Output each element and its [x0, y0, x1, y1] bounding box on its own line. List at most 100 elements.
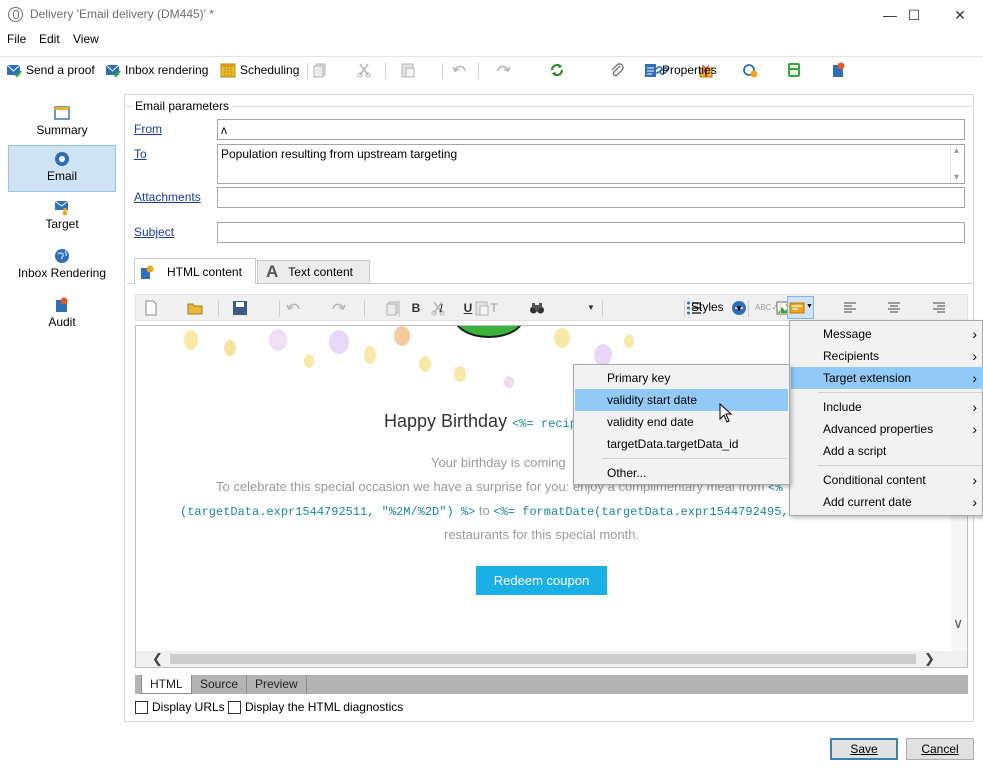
styles-dropdown[interactable]: Styles ▼: [691, 300, 743, 314]
menu-item-recipients[interactable]: Recipients: [791, 345, 983, 367]
text-content-icon: A: [266, 262, 279, 281]
personalization-button[interactable]: ▼: [787, 296, 814, 319]
nav-audit[interactable]: Audit: [8, 292, 116, 339]
sync-icon[interactable]: [742, 62, 758, 78]
styles-label: Styles: [691, 300, 724, 314]
properties-button[interactable]: Properties: [642, 60, 717, 80]
align-left-icon[interactable]: [842, 300, 858, 316]
close-window-button[interactable]: ✕: [937, 0, 983, 30]
submenu-item-target-data-id[interactable]: targetData.targetData_id: [575, 433, 788, 455]
attachments-link[interactable]: Attachments: [134, 190, 201, 204]
from-field[interactable]: [217, 119, 965, 140]
inbox-rendering-icon: [105, 64, 121, 78]
app-logo-icon: [8, 7, 23, 22]
open-folder-icon[interactable]: [187, 300, 203, 316]
subject-field[interactable]: [217, 222, 965, 243]
undo-icon[interactable]: [452, 62, 468, 78]
toolbar-divider: [385, 63, 386, 79]
to-link[interactable]: To: [134, 147, 147, 161]
paste-icon[interactable]: [400, 62, 416, 78]
display-urls-checkbox[interactable]: [135, 700, 148, 714]
submenu-item-validity-start-date[interactable]: validity start date: [575, 389, 788, 411]
attachment-icon[interactable]: [609, 62, 625, 78]
underline-icon[interactable]: U: [459, 299, 477, 317]
subject-link[interactable]: Subject: [134, 225, 174, 239]
bold-icon[interactable]: B: [407, 299, 425, 317]
from-link[interactable]: From: [134, 122, 162, 136]
clear-format-icon[interactable]: T: [485, 299, 503, 317]
align-center-icon[interactable]: [886, 300, 902, 316]
nav-summary[interactable]: Summary: [8, 100, 116, 147]
editor-toolbar-divider: [684, 300, 685, 317]
display-urls-option[interactable]: Display URLs: [135, 700, 225, 714]
tab-text-content[interactable]: A Text content: [257, 260, 370, 284]
tab-source[interactable]: Source: [192, 675, 248, 694]
redo-icon[interactable]: [495, 62, 512, 78]
editor-horizontal-scrollbar[interactable]: ❮ ❯: [136, 651, 967, 667]
new-document-icon[interactable]: [143, 300, 159, 316]
scroll-left-icon[interactable]: ❮: [152, 651, 163, 667]
menu-item-add-current-date[interactable]: Add current date: [791, 491, 983, 513]
editor-toolbar-divider: [780, 300, 781, 317]
save-button[interactable]: Save: [830, 738, 898, 760]
submenu-item-validity-end-date[interactable]: validity end date: [575, 411, 788, 433]
menu-file[interactable]: File: [7, 32, 26, 46]
attachments-field[interactable]: [217, 187, 965, 208]
menu-view[interactable]: View: [73, 32, 99, 46]
nav-target-label: Target: [45, 217, 79, 231]
to-field-scrollbar[interactable]: [950, 145, 964, 183]
submenu-item-primary-key[interactable]: Primary key: [575, 367, 788, 389]
birthday-heading: Happy Birthday <%= recip: [384, 411, 577, 432]
tab-preview[interactable]: Preview: [247, 675, 307, 694]
menu-item-message[interactable]: Message: [791, 323, 983, 345]
tab-html-content[interactable]: HTML content: [134, 258, 256, 284]
calculator-icon[interactable]: [786, 62, 802, 78]
editor-toolbar-divider: [364, 300, 365, 317]
to-value: Population resulting from upstream targe…: [221, 147, 458, 161]
find-binoculars-icon[interactable]: [529, 300, 545, 316]
date-range-text: (targetData.expr1544792511, "%2M/%2D") %…: [180, 503, 803, 519]
italic-icon[interactable]: I: [432, 299, 450, 317]
spellcheck-icon[interactable]: ABC✓: [755, 299, 778, 317]
redeem-coupon-button[interactable]: Redeem coupon: [476, 566, 607, 595]
email-icon: [55, 152, 69, 166]
to-field[interactable]: Population resulting from upstream targe…: [217, 144, 965, 184]
cancel-button[interactable]: Cancel: [906, 738, 974, 760]
properties-label: Properties: [662, 63, 717, 77]
audit-icon: [56, 297, 68, 312]
image-dropdown-arrow-icon[interactable]: ▼: [582, 299, 600, 317]
save-icon[interactable]: [232, 300, 248, 316]
confetti-dot: [394, 326, 410, 346]
refresh-icon[interactable]: [549, 62, 565, 78]
send-proof-button[interactable]: Send a proof: [6, 60, 95, 80]
nav-inbox-rendering[interactable]: Inbox Rendering: [8, 243, 116, 290]
birthday-heading-code: <%= recip: [512, 417, 577, 431]
menu-edit[interactable]: Edit: [39, 32, 60, 46]
menu-item-conditional-content[interactable]: Conditional content: [791, 469, 983, 491]
document-lock-icon[interactable]: [831, 62, 847, 78]
confetti-dot: [454, 366, 466, 382]
menu-item-add-script[interactable]: Add a script: [791, 440, 983, 462]
cut-icon[interactable]: [356, 62, 372, 78]
html-diagnostics-checkbox[interactable]: [228, 700, 241, 714]
submenu-item-other[interactable]: Other...: [575, 462, 788, 484]
menu-item-target-extension[interactable]: Target extension: [791, 367, 983, 389]
editor-undo-icon[interactable]: [286, 300, 302, 316]
maximize-button[interactable]: ☐: [891, 0, 937, 30]
menu-item-include[interactable]: Include: [791, 396, 983, 418]
scheduling-button[interactable]: Scheduling: [220, 60, 299, 80]
inbox-rendering-button[interactable]: Inbox rendering: [105, 60, 208, 80]
copy-icon[interactable]: [312, 62, 328, 78]
menu-item-advanced-properties[interactable]: Advanced properties: [791, 418, 983, 440]
horizontal-scroll-thumb[interactable]: [170, 654, 916, 664]
html-diagnostics-option[interactable]: Display the HTML diagnostics: [228, 700, 403, 714]
toolbar-divider: [442, 63, 443, 79]
confetti-dot: [184, 330, 198, 350]
editor-redo-icon[interactable]: [330, 300, 347, 316]
nav-target[interactable]: Target: [8, 194, 116, 241]
nav-email[interactable]: Email: [8, 145, 116, 192]
align-right-icon[interactable]: [931, 300, 947, 316]
html-diagnostics-label: Display the HTML diagnostics: [245, 700, 404, 714]
tab-html[interactable]: HTML: [141, 675, 192, 694]
scroll-right-icon[interactable]: ❯: [924, 651, 935, 667]
